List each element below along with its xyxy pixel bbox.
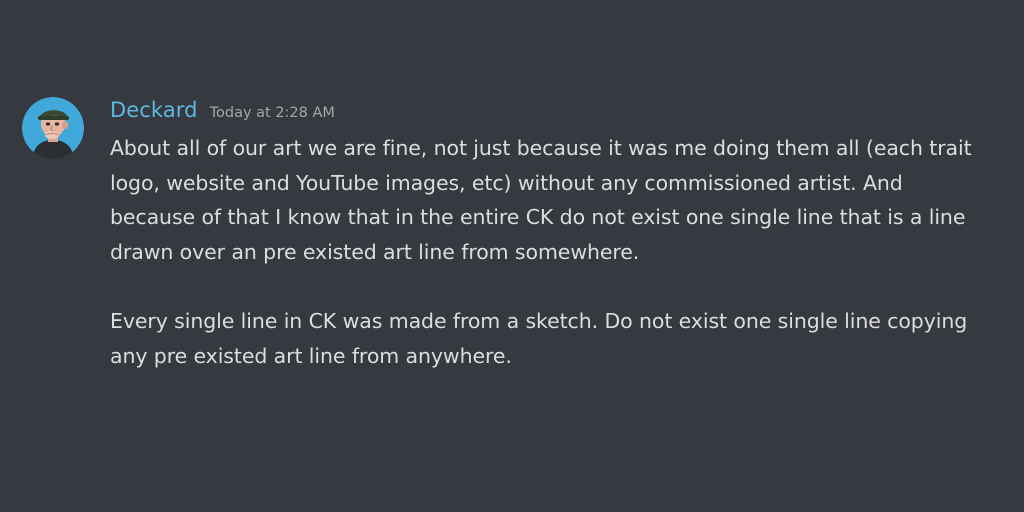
message-line: Every single line in CK was made from a …	[110, 309, 968, 333]
user-avatar[interactable]	[22, 97, 84, 159]
message-line: logo, website and YouTube images, etc) w…	[110, 170, 903, 195]
message-line: because of that I know that in the entir…	[110, 205, 966, 229]
message-content: About all of our art we are fine, not ju…	[110, 131, 1010, 373]
message-timestamp[interactable]: Today at 2:28 AM	[210, 105, 335, 121]
message-line: drawn over an pre existed art line from …	[110, 239, 640, 264]
user-avatar-icon	[22, 97, 84, 159]
message-paragraph: About all of our art we are fine, not ju…	[110, 131, 1010, 269]
chat-message: Deckard Today at 2:28 AM About all of ou…	[0, 0, 1024, 512]
message-line: About all of our art we are fine, not ju…	[110, 136, 972, 160]
message-line: any pre existed art line from anywhere.	[110, 343, 512, 368]
author-name[interactable]: Deckard	[110, 98, 198, 122]
message-paragraph: Every single line in CK was made from a …	[110, 304, 1010, 373]
message-header: Deckard Today at 2:28 AM	[110, 98, 335, 128]
